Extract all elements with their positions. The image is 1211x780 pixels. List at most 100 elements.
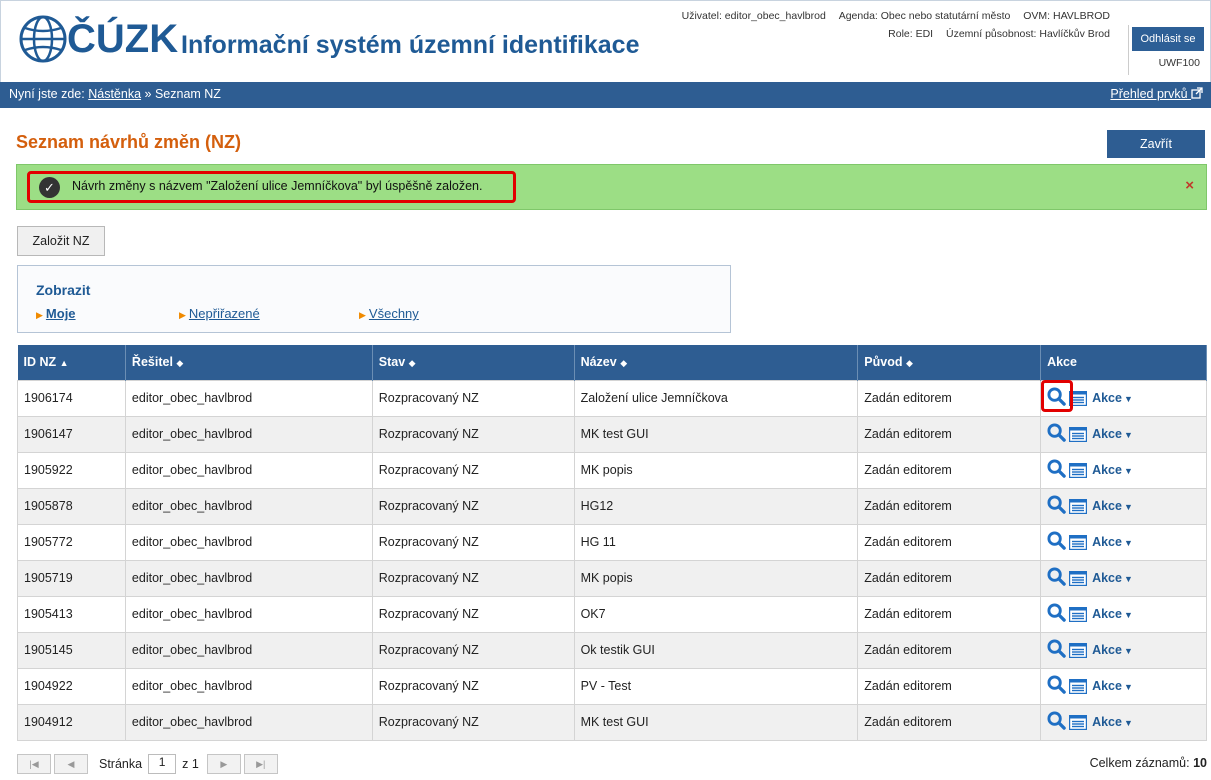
filter-mine-link[interactable]: ▶ Moje [36,306,76,321]
col-header-actions: Akce [1040,345,1207,380]
cell-origin: Zadán editorem [857,523,1042,561]
ovm-label: OVM: HAVLBROD [1023,10,1110,22]
cell-name: Založení ulice Jemníčkova [573,379,859,417]
cell-name: Ok testik GUI [573,631,859,669]
search-icon [1047,423,1066,442]
agenda-label: Agenda: Obec nebo statutární město [838,10,1011,22]
table-row[interactable]: 1905413 editor_obec_havlbrod Rozpracovaný … [17,595,1207,633]
actions-dropdown[interactable]: Akce ▼ [1092,679,1133,693]
filter-all-link[interactable]: ▶ Všechny [359,306,419,321]
actions-dropdown-label: Akce [1092,535,1122,549]
table-row[interactable]: 1905145 editor_obec_havlbrod Rozpracovaný … [17,631,1207,669]
detail-button[interactable] [1047,603,1066,625]
success-alert: ✓ Návrh změny s názvem "Založení ulice J… [16,164,1207,210]
cell-actions: Akce ▼ [1040,631,1207,669]
actions-dropdown-label: Akce [1092,427,1122,441]
list-icon[interactable] [1069,642,1088,658]
filter-all-label: Všechny [368,306,419,321]
col-header-state[interactable]: Stav ◆ [372,345,575,380]
list-icon[interactable] [1069,678,1088,694]
next-page-icon[interactable]: ▶ [206,754,241,774]
uwf-code: UWF100 [1158,57,1200,69]
create-nz-button[interactable]: Založit NZ [17,226,105,256]
actions-dropdown-label: Akce [1092,643,1122,657]
breadcrumb-home-link[interactable]: Nástěnka [88,87,141,101]
prev-page-icon[interactable]: ◀ [54,754,88,774]
header-divider [1128,25,1129,75]
cell-solver: editor_obec_havlbrod [124,559,373,597]
actions-dropdown-label: Akce [1092,679,1122,693]
table-row[interactable]: 1906147 editor_obec_havlbrod Rozpracovaný … [17,415,1207,453]
check-circle-icon: ✓ [39,177,60,198]
list-icon[interactable] [1069,570,1088,586]
table-row[interactable]: 1905719 editor_obec_havlbrod Rozpracovaný … [17,559,1207,597]
cell-id: 1905145 [17,631,126,669]
actions-dropdown[interactable]: Akce ▼ [1092,391,1133,405]
list-icon[interactable] [1069,498,1088,514]
list-icon[interactable] [1069,534,1088,550]
filter-panel: Zobrazit ▶ Moje ▶ Nepřiřazené ▶ Všechny [17,265,731,333]
filter-unassigned-link[interactable]: ▶ Nepřiřazené [179,306,260,321]
row-actions: Akce ▼ [1047,423,1200,445]
list-icon[interactable] [1069,714,1088,730]
filter-mine-label: Moje [45,306,76,321]
detail-button[interactable] [1047,711,1066,733]
cell-solver: editor_obec_havlbrod [124,523,373,561]
close-button[interactable]: Zavřít [1107,130,1205,158]
overview-link[interactable]: Přehled prvků [1110,87,1203,101]
logo-suffix: ÚZK [95,17,179,61]
last-page-icon[interactable]: ▶| [243,754,278,774]
cell-actions: Akce ▼ [1040,415,1207,453]
caret-down-icon: ▼ [1123,466,1133,476]
search-icon [1047,495,1066,514]
detail-button[interactable] [1047,567,1066,589]
logout-button[interactable]: Odhlásit se [1132,27,1204,51]
cuzk-logo[interactable]: ČÚZK [19,15,178,63]
detail-button[interactable] [1047,495,1066,517]
cell-actions: Akce ▼ [1040,451,1207,489]
table-row[interactable]: 1905772 editor_obec_havlbrod Rozpracovaný … [17,523,1207,561]
detail-button[interactable] [1047,675,1066,697]
cell-name: MK popis [573,451,859,489]
row-actions: Akce ▼ [1047,531,1200,553]
sort-icon: ◆ [176,358,184,369]
cell-state: Rozpracovaný NZ [371,703,575,741]
first-page-icon[interactable]: |◀ [17,754,51,774]
actions-dropdown[interactable]: Akce ▼ [1092,571,1133,585]
col-header-id[interactable]: ID NZ ▲ [17,345,126,380]
cell-solver: editor_obec_havlbrod [124,595,373,633]
col-header-name[interactable]: Název ◆ [574,345,859,380]
actions-dropdown-label: Akce [1092,607,1122,621]
list-icon[interactable] [1069,426,1088,442]
col-header-solver[interactable]: Řešitel ◆ [125,345,373,380]
detail-button[interactable] [1041,380,1074,412]
actions-dropdown[interactable]: Akce ▼ [1092,427,1133,441]
detail-button[interactable] [1047,423,1066,445]
table-row[interactable]: 1906174 editor_obec_havlbrod Rozpracovaný … [17,379,1207,417]
table-row[interactable]: 1905878 editor_obec_havlbrod Rozpracovaný … [17,487,1207,525]
col-header-origin[interactable]: Původ ◆ [857,345,1042,380]
cuzk-globe-icon [19,15,67,63]
actions-dropdown[interactable]: Akce ▼ [1092,715,1133,729]
cell-origin: Zadán editorem [857,451,1042,489]
alert-close-icon[interactable]: × [1185,177,1194,194]
cell-state: Rozpracovaný NZ [371,451,575,489]
actions-dropdown[interactable]: Akce ▼ [1092,499,1133,513]
detail-button[interactable] [1047,639,1066,661]
row-actions: Akce ▼ [1047,711,1200,733]
actions-dropdown[interactable]: Akce ▼ [1092,643,1133,657]
page-number-input[interactable]: 1 [148,754,177,774]
app-header: ČÚZK Informační systém územní identifika… [0,0,1211,82]
list-icon[interactable] [1069,606,1088,622]
detail-button[interactable] [1047,459,1066,481]
detail-button[interactable] [1047,531,1066,553]
list-icon[interactable] [1069,462,1088,478]
table-row[interactable]: 1905922 editor_obec_havlbrod Rozpracovaný … [17,451,1207,489]
actions-dropdown[interactable]: Akce ▼ [1092,535,1133,549]
actions-dropdown[interactable]: Akce ▼ [1092,463,1133,477]
cell-id: 1906174 [17,379,126,417]
cell-origin: Zadán editorem [857,559,1042,597]
table-row[interactable]: 1904912 editor_obec_havlbrod Rozpracovaný … [17,703,1207,741]
table-row[interactable]: 1904922 editor_obec_havlbrod Rozpracovaný … [17,667,1207,705]
actions-dropdown[interactable]: Akce ▼ [1092,607,1133,621]
